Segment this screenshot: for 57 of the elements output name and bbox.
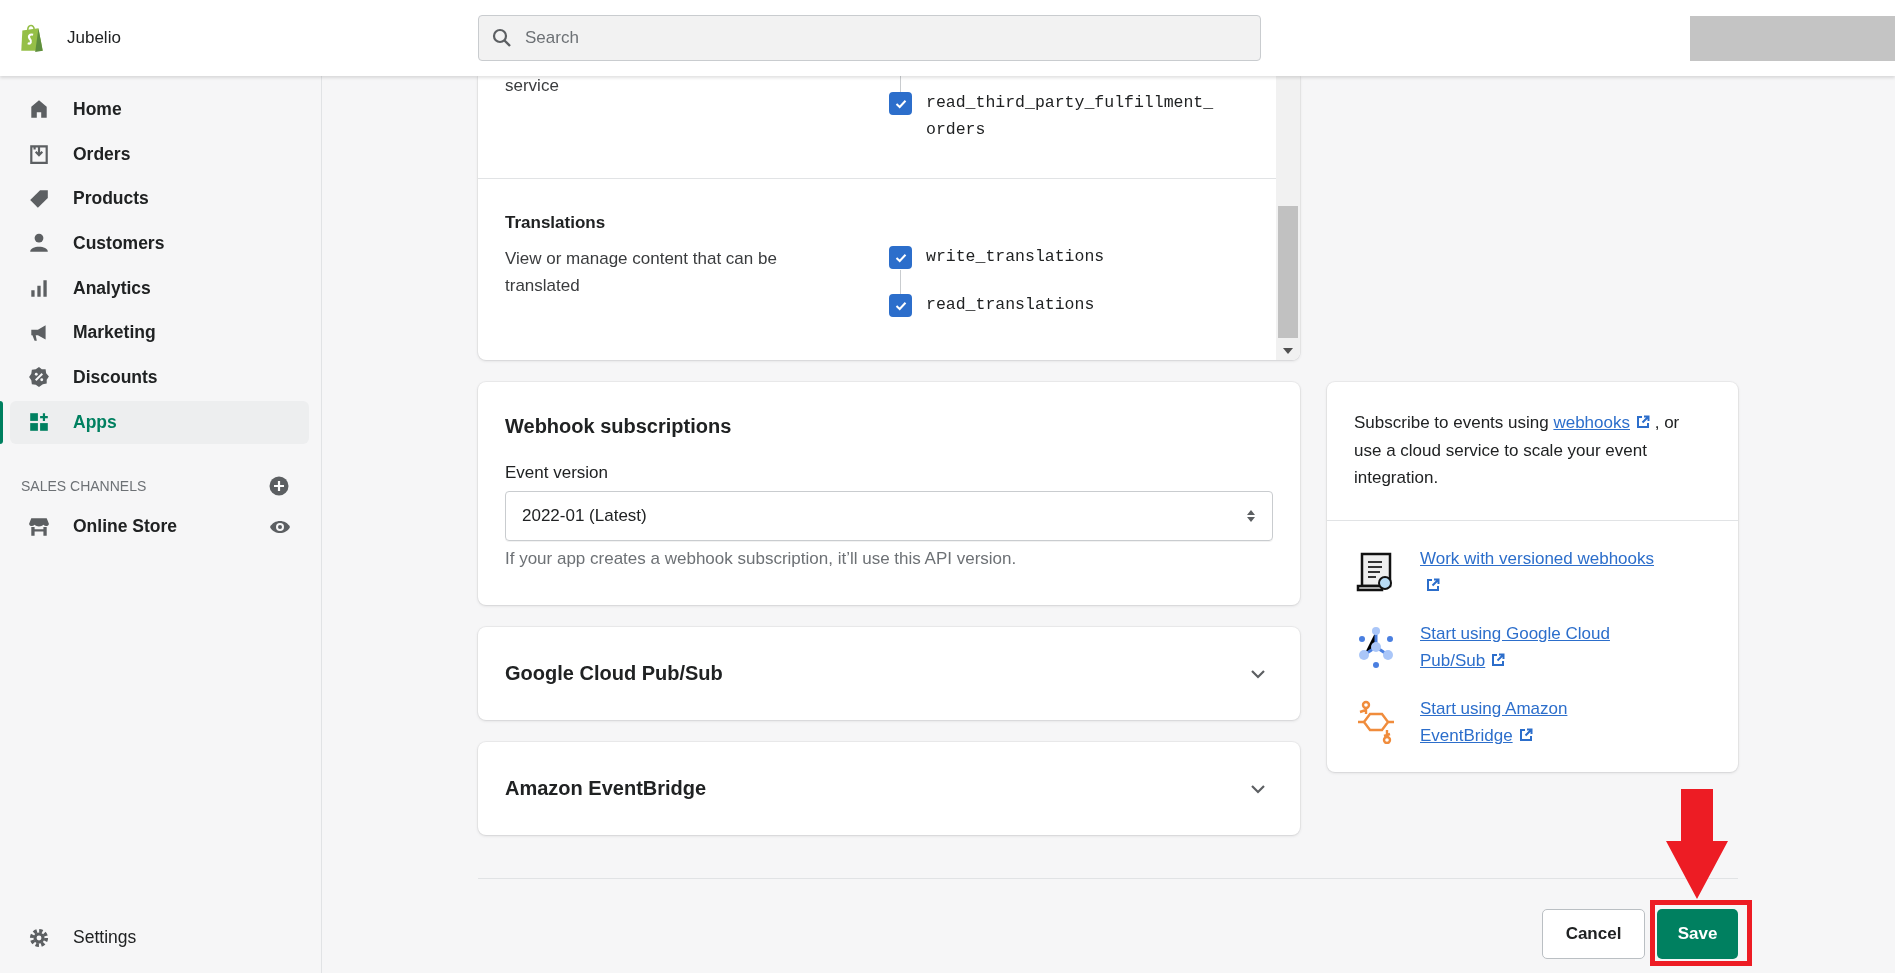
- home-icon: [28, 98, 50, 121]
- checkbox[interactable]: [889, 92, 912, 115]
- checkbox[interactable]: [889, 294, 912, 317]
- inbox-icon: [28, 143, 50, 166]
- help-text: If your app creates a webhook subscription, it’ll use this API version.: [505, 549, 1018, 569]
- field-label: Event version: [505, 463, 609, 483]
- chevron-icon[interactable]: [1250, 783, 1266, 794]
- card-title: Webhook subscriptions: [505, 415, 733, 438]
- scrollbar[interactable]: [1276, 76, 1300, 360]
- resource-link[interactable]: Start using Google Cloud Pub/Sub: [1420, 619, 1660, 675]
- sort-caret-icon: [1246, 509, 1256, 523]
- card-title: Amazon EventBridge: [505, 777, 707, 800]
- bar-chart-icon: [28, 277, 50, 300]
- nav-item[interactable]: Settings: [0, 916, 309, 959]
- section-heading: SALES CHANNELS: [21, 477, 147, 494]
- scope-group-title: Translations: [505, 213, 607, 233]
- nav-item[interactable]: Products: [0, 177, 309, 221]
- scope-name: read_translations: [926, 294, 1095, 316]
- collapsible-card[interactable]: Amazon EventBridge: [478, 742, 1300, 835]
- resource-link[interactable]: Work with versioned webhooks: [1420, 544, 1660, 600]
- nav-item[interactable]: Online Store: [0, 505, 178, 549]
- scope-name: read_third_party_fulfillment_orders: [926, 92, 1214, 141]
- collapsible-card[interactable]: Google Cloud Pub/Sub: [478, 627, 1300, 720]
- webhooks-link[interactable]: webhooks: [1553, 413, 1650, 432]
- scope-name: write_translations: [926, 246, 1105, 268]
- cancel-button[interactable]: Cancel: [1542, 909, 1645, 959]
- external-link-icon: [1518, 728, 1533, 742]
- add-icon[interactable]: [269, 475, 289, 496]
- store-name[interactable]: Jubelio: [67, 28, 121, 48]
- apps-grid-icon: [28, 411, 50, 434]
- nav-item[interactable]: Discounts: [0, 356, 309, 399]
- resource-link[interactable]: Start using Amazon EventBridge: [1420, 694, 1660, 750]
- percent-badge-icon: [28, 366, 50, 389]
- storefront-icon: [28, 515, 50, 538]
- nav-item[interactable]: Marketing: [0, 311, 309, 355]
- checkbox[interactable]: [889, 246, 912, 269]
- external-link-icon: [1426, 578, 1440, 592]
- external-link-icon: [1491, 653, 1506, 667]
- settings-icon: [28, 926, 50, 949]
- intro-text: Subscribe to events using webhooks , or use a cloud service to scale your event integration.: [1327, 382, 1738, 521]
- save-button[interactable]: Save: [1657, 909, 1738, 959]
- version-select[interactable]: 2022-01 (Latest): [505, 491, 1273, 541]
- nav-item[interactable]: Orders: [0, 132, 309, 176]
- person-icon: [28, 232, 50, 255]
- scroll-down-icon[interactable]: [1283, 348, 1293, 354]
- eye-icon[interactable]: [269, 518, 291, 535]
- external-link-icon: [1635, 415, 1650, 429]
- nav-item[interactable]: Home: [0, 88, 309, 131]
- scope-description: service: [505, 76, 560, 96]
- tag-icon: [28, 187, 50, 210]
- card-title: Google Cloud Pub/Sub: [505, 662, 723, 685]
- nav-item[interactable]: Customers: [0, 222, 309, 265]
- search-field[interactable]: Search: [478, 15, 1261, 61]
- scope-description: View or manage content that can be translated: [505, 248, 778, 297]
- nav-item[interactable]: Analytics: [0, 266, 309, 310]
- chevron-icon[interactable]: [1250, 668, 1266, 679]
- shopping-bag-logo-icon: [19, 23, 45, 53]
